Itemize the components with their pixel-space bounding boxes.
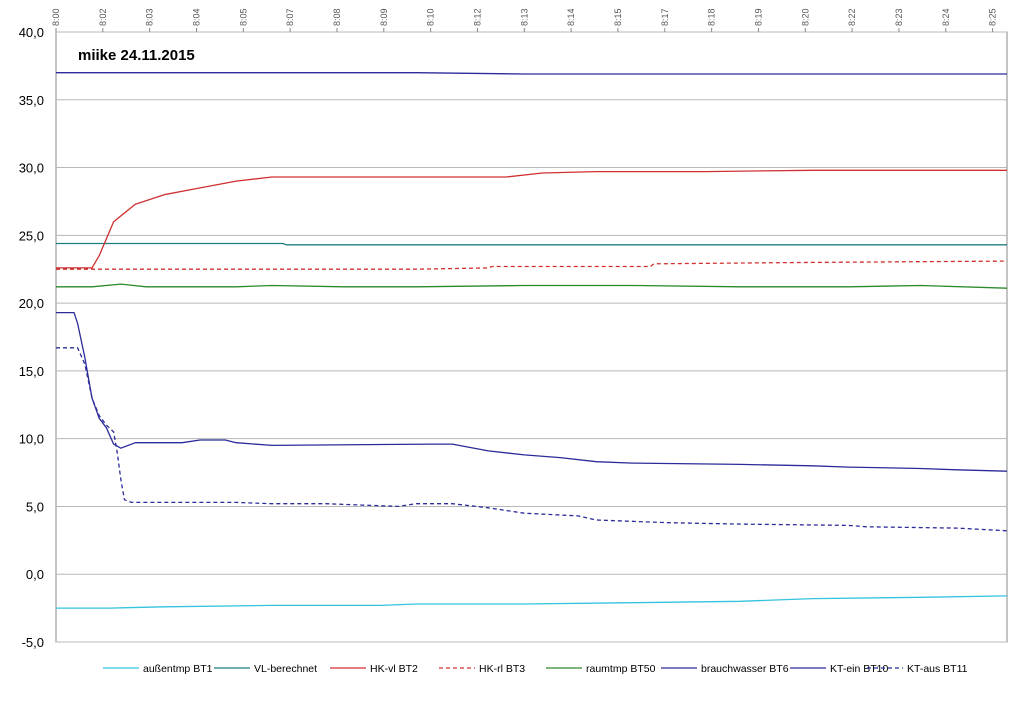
x-tick-label: 8:05 [238,8,248,26]
legend: außentmp BT1 VL-berechnet HK-vl BT2 HK-rl B… [103,663,968,675]
legend-label: KT-aus BT11 [907,663,968,675]
legend-label: HK-vl BT2 [370,663,418,675]
y-tick-label: 20,0 [19,296,44,311]
x-tick-label: 8:09 [379,8,389,26]
x-tick-label: 8:03 [145,8,155,26]
chart-title: miike 24.11.2015 [78,47,195,64]
x-tick-label: 8:19 [753,8,763,26]
x-tick-label: 8:12 [472,8,482,26]
x-tick-label: 8:25 [988,8,998,26]
line-chart: 40,0 35,0 30,0 25,0 20,0 15,0 10,0 5,0 0,0 -5,0 8… [19,8,1008,675]
y-tick-label: 25,0 [19,228,44,243]
x-tick-label: 8:00 [51,8,61,26]
legend-label: VL-berechnet [254,663,317,675]
legend-label: brauchwasser BT6 [701,663,789,675]
y-tick-label: 10,0 [19,432,44,447]
x-tick-label: 8:22 [847,8,857,26]
x-tick-label: 8:07 [285,8,295,26]
x-tick-label: 8:20 [800,8,810,26]
legend-label: KT-ein BT10 [830,663,889,675]
x-tick-label: 8:23 [894,8,904,26]
y-axis-ticks: 40,0 35,0 30,0 25,0 20,0 15,0 10,0 5,0 0,0 -5,0 [19,25,44,650]
y-tick-label: 35,0 [19,93,44,108]
y-tick-label: 30,0 [19,161,44,176]
x-tick-label: 8:17 [660,8,670,26]
x-tick-label: 8:15 [613,8,623,26]
legend-label: raumtmp BT50 [586,663,656,675]
x-tick-label: 8:02 [98,8,108,26]
y-tick-label: 15,0 [19,364,44,379]
x-tick-label: 8:18 [707,8,717,26]
y-tick-label: -5,0 [22,635,44,650]
x-tick-label: 8:10 [426,8,436,26]
legend-label: HK-rl BT3 [479,663,525,675]
y-tick-label: 40,0 [19,25,44,40]
x-tick-label: 8:14 [566,8,576,26]
x-axis-ticks: 8:00 8:02 8:03 8:04 8:05 8:07 8:08 8:09 8:10 8:12… [51,8,998,32]
x-tick-label: 8:04 [191,8,201,26]
x-tick-label: 8:08 [332,8,342,26]
plot-area [55,31,1008,643]
x-tick-label: 8:24 [941,8,951,26]
x-tick-label: 8:13 [519,8,529,26]
legend-label: außentmp BT1 [143,663,213,675]
y-tick-label: 0,0 [26,567,44,582]
y-tick-label: 5,0 [26,499,44,514]
